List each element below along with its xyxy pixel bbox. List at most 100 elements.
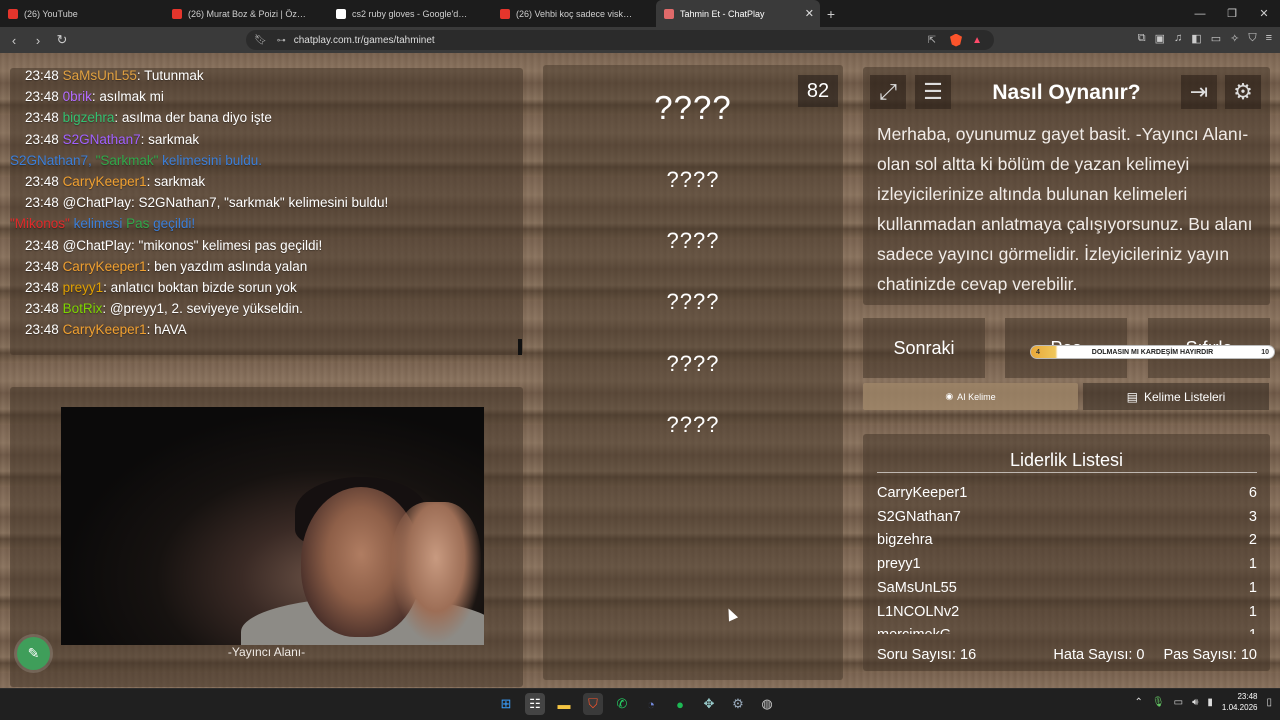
new-tab-button[interactable]: + xyxy=(820,6,842,22)
question-count: Soru Sayısı: 16 xyxy=(877,647,977,663)
volume-icon[interactable]: 🔊︎ xyxy=(1192,697,1198,708)
message-text: : hAVA xyxy=(146,322,187,338)
leaderboard-row: S2GNathan7 3 xyxy=(877,506,1257,530)
pass-count: Pas Sayısı: 10 xyxy=(1163,647,1258,663)
leaderboard-row: SaMsUnL55 1 xyxy=(877,577,1257,601)
message-username[interactable]: CarryKeeper1 xyxy=(63,174,147,189)
chat-message: S2GNathan7, "Sarkmak" kelimesini buldu. xyxy=(10,150,515,171)
message-username[interactable]: CarryKeeper1 xyxy=(63,322,147,337)
list-icon: ▤ xyxy=(1126,389,1138,404)
chat-message: 23:48 CarryKeeper1: sarkmak xyxy=(25,171,515,192)
screenshot-icon[interactable]: ▣ xyxy=(1155,32,1165,45)
tab-close-icon[interactable]: ✕ xyxy=(805,7,814,20)
browser-tab[interactable]: cs2 ruby gloves - Google'da Ara xyxy=(328,0,492,27)
ai-word-label: AI Kelime xyxy=(957,391,996,402)
chat-message: 23:48 bigzehra: asılma der bana diyo işt… xyxy=(25,107,515,128)
sidebar-icon[interactable]: ◧ xyxy=(1191,32,1201,45)
vpn-icon[interactable]: ⛉ xyxy=(1248,32,1256,45)
chat-message: 23:48 @ChatPlay: "mikonos" kelimesi pas … xyxy=(25,235,515,256)
steam-icon[interactable]: ⚙ xyxy=(728,693,748,715)
message-time: 23:48 xyxy=(25,174,59,190)
message-username[interactable]: 0brik xyxy=(63,89,92,104)
bookmark-icon[interactable]: 🔖︎ xyxy=(254,35,267,46)
whatsapp-icon[interactable]: ✆ xyxy=(612,693,632,715)
brave-rewards-icon[interactable]: ▲ xyxy=(972,35,982,46)
spotify-icon[interactable]: ● xyxy=(670,693,690,715)
extensions-icon[interactable]: ⧉ xyxy=(1138,32,1146,45)
browser-tab[interactable]: (26) Vehbi koç sadece viski içiyor - Yo xyxy=(492,0,656,27)
message-username[interactable]: preyy1 xyxy=(63,280,104,295)
message-text: : "mikonos" kelimesi pas geçildi! xyxy=(131,237,323,253)
message-username[interactable]: CarryKeeper1 xyxy=(63,259,147,274)
tray-expand-icon[interactable]: ⌃ xyxy=(1135,697,1143,708)
battery-icon[interactable]: ▮ xyxy=(1207,697,1213,708)
close-icon[interactable]: ✕ xyxy=(1248,0,1280,27)
message-username[interactable]: S2GNathan7 xyxy=(63,132,141,147)
system-message-part: Pas xyxy=(126,216,150,232)
menu-icon[interactable]: ≡ xyxy=(1266,32,1272,45)
restore-icon[interactable]: ❐ xyxy=(1216,0,1248,27)
browser-tab[interactable]: (26) YouTube xyxy=(0,0,164,27)
chat-message: 23:48 @ChatPlay: S2GNathan7, "sarkmak" k… xyxy=(25,192,515,213)
widgets-icon[interactable]: ☷ xyxy=(525,693,545,715)
word-panel: 82 ???? ???? ???? ???? ???? ???? xyxy=(543,65,843,680)
tabs: (26) YouTube (26) Murat Boz & Poizi | Özl… xyxy=(0,0,820,27)
reload-icon[interactable]: ↻ xyxy=(52,32,72,48)
forward-icon[interactable]: › xyxy=(28,33,48,48)
forbidden-word: ???? xyxy=(666,412,720,437)
brave-icon[interactable]: ⛉ xyxy=(583,693,603,715)
message-username[interactable]: @ChatPlay xyxy=(63,195,131,210)
tab-bar: (26) YouTube (26) Murat Boz & Poizi | Özl… xyxy=(0,0,1280,27)
ai-word-button[interactable]: ◉ AI Kelime xyxy=(863,383,1078,410)
minimize-icon[interactable]: — xyxy=(1184,0,1216,27)
settings-icon[interactable]: ⚙ xyxy=(1225,75,1261,109)
clock-time: 23:48 xyxy=(1237,692,1258,701)
message-username[interactable]: BotRix xyxy=(63,301,103,316)
tray-mic-icon[interactable]: 🎙︎ xyxy=(1152,697,1165,708)
system-message-part: geçildi! xyxy=(149,216,196,232)
message-username[interactable]: @ChatPlay xyxy=(63,238,131,253)
tab-favicon-icon xyxy=(664,8,674,19)
file-explorer-icon[interactable]: ▬ xyxy=(554,693,574,715)
leaderboard-row: L1NCOLNv2 1 xyxy=(877,601,1257,625)
logout-icon[interactable]: ⇥ xyxy=(1181,75,1217,109)
next-button[interactable]: Sonraki xyxy=(863,318,985,378)
message-text: : S2GNathan7, "sarkmak" kelimesini buldu… xyxy=(131,195,389,211)
chat-message: 23:48 S2GNathan7: sarkmak xyxy=(25,129,515,150)
player-name: mercimekG xyxy=(877,624,951,634)
message-username[interactable]: bigzehra xyxy=(63,110,115,125)
tab-favicon-icon xyxy=(500,8,510,19)
back-icon[interactable]: ‹ xyxy=(4,33,24,48)
share-icon[interactable]: ⇱ xyxy=(928,35,936,46)
media-icon[interactable]: ♫ xyxy=(1174,32,1182,45)
brave-shields-icon[interactable] xyxy=(950,33,962,47)
browser-tab[interactable]: (26) Murat Boz & Poizi | Özledim | Re xyxy=(164,0,328,27)
chat-message: 23:48 BotRix: @preyy1, 2. seviyeye yükse… xyxy=(25,298,515,319)
forbidden-word: ???? xyxy=(666,228,720,253)
system-message-part: "Sarkmak" xyxy=(95,152,159,168)
leaderboard-list[interactable]: CarryKeeper1 6 S2GNathan7 3 bigzehra 2 preyy1 1… xyxy=(877,482,1257,634)
app-icon[interactable]: ✥ xyxy=(699,693,719,715)
word-lists-button[interactable]: ▤ Kelime Listeleri xyxy=(1083,383,1269,410)
wallet-icon[interactable]: ▭ xyxy=(1211,32,1221,45)
leo-icon[interactable]: ✧ xyxy=(1230,32,1239,45)
clock[interactable]: 23:48 1.04.2026 xyxy=(1222,691,1258,713)
notification-icon[interactable]: ▯ xyxy=(1266,697,1272,708)
network-icon[interactable]: ▭ xyxy=(1174,697,1183,708)
start-icon[interactable]: ⊞ xyxy=(496,693,516,715)
chat-scrollbar[interactable] xyxy=(518,339,522,355)
message-username[interactable]: SaMsUnL55 xyxy=(63,68,137,83)
tab-favicon-icon xyxy=(8,8,18,19)
browser-tab[interactable]: Tahmin Et - ChatPlay ✕ xyxy=(656,0,820,27)
leaderboard-row: CarryKeeper1 6 xyxy=(877,482,1257,506)
mic-icon[interactable]: ✎ xyxy=(17,637,50,670)
site-info-icon[interactable]: ⊶ xyxy=(277,35,286,46)
chat-message: 23:48 0brik: asılmak mi xyxy=(25,86,515,107)
chat-message: 23:48 preyy1: anlatıcı boktan bizde soru… xyxy=(25,277,515,298)
message-text: : sarkmak xyxy=(146,174,206,190)
steam-helper-icon[interactable]: ◍ xyxy=(757,693,777,715)
tab-title: cs2 ruby gloves - Google'da Ara xyxy=(352,8,470,19)
discord-icon[interactable]: ◔ xyxy=(641,693,661,715)
leaderboard-row: mercimekG 1 xyxy=(877,624,1257,634)
url-field[interactable]: 🔖︎ ⊶ chatplay.com.tr/games/tahminet ⇱ ▲ xyxy=(246,30,994,50)
